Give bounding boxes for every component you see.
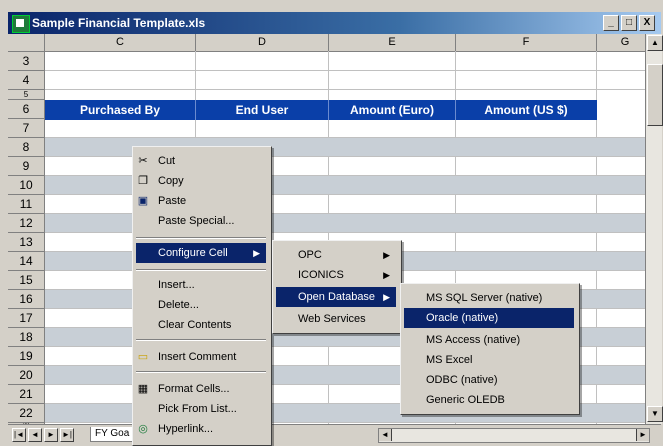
submenu-item-open-database[interactable]: Open Database ▶ [276,287,396,307]
row-header[interactable]: 11 [8,195,45,214]
window-title: Sample Financial Template.xls [32,16,206,30]
menu-item-clear-contents[interactable]: Clear Contents [136,315,266,335]
row-header[interactable]: 3 [8,52,45,71]
close-button[interactable]: X [639,15,655,31]
menu-item-paste[interactable]: ▣ Paste [136,191,266,211]
db-item-ms-excel[interactable]: MS Excel [404,350,574,370]
menu-item-pick-from-list[interactable]: Pick From List... [136,399,266,419]
scroll-right-icon[interactable]: ► [636,429,649,441]
menu-item-delete[interactable]: Delete... [136,295,266,315]
row-header[interactable]: 14 [8,252,45,271]
submenu-arrow-icon: ▶ [383,270,390,280]
sheet-tab-bar: |◄ ◄ ► ►| FY Goa ◄ ► [8,424,661,443]
menu-item-format-cells[interactable]: ▦ Format Cells... [136,379,266,399]
scroll-down-icon[interactable]: ▼ [647,406,663,422]
header-amount-euro[interactable]: Amount (Euro) [329,100,456,120]
hyperlink-globe-icon: ◎ [138,423,148,435]
menu-item-copy[interactable]: ❐ Copy [136,171,266,191]
submenu-arrow-icon: ▶ [383,250,390,260]
db-item-generic-oledb[interactable]: Generic OLEDB [404,390,574,410]
scroll-up-icon[interactable]: ▲ [647,35,663,51]
last-sheet-icon[interactable]: ►| [60,428,74,442]
format-cells-icon: ▦ [137,383,149,395]
column-header-e[interactable]: E [329,34,456,52]
maximize-button[interactable]: □ [621,15,637,31]
scissors-icon: ✂ [138,155,148,167]
menu-item-configure-cell[interactable]: Configure Cell ▶ [136,243,266,263]
row-header[interactable]: 13 [8,233,45,252]
scroll-left-icon[interactable]: ◄ [379,429,392,441]
context-menu: ✂ Cut ❐ Copy ▣ Paste Paste Special... Co… [132,146,272,446]
row-header[interactable]: 18 [8,328,45,347]
column-header-f[interactable]: F [456,34,597,52]
first-sheet-icon[interactable]: |◄ [12,428,26,442]
menu-item-insert-comment[interactable]: ▭ Insert Comment [136,347,266,367]
title-bar[interactable]: Sample Financial Template.xls _ □ X [8,12,661,34]
next-sheet-icon[interactable]: ► [44,428,58,442]
header-end-user[interactable]: End User [196,100,329,120]
row-header[interactable]: 21 [8,385,45,404]
row-header[interactable]: 10 [8,176,45,195]
submenu-item-opc[interactable]: OPC ▶ [276,245,396,265]
excel-icon [12,15,30,33]
row-header[interactable]: 12 [8,214,45,233]
db-item-mssql[interactable]: MS SQL Server (native) [404,288,574,308]
sheet-tab[interactable]: FY Goa [90,427,135,442]
copy-icon: ❐ [138,175,148,187]
menu-item-hyperlink[interactable]: ◎ Hyperlink... [136,419,266,439]
db-item-oracle[interactable]: Oracle (native) [404,308,574,328]
column-header-c[interactable]: C [45,34,196,52]
submenu-item-iconics[interactable]: ICONICS ▶ [276,265,396,285]
row-header[interactable]: 17 [8,309,45,328]
db-item-ms-access[interactable]: MS Access (native) [404,330,574,350]
row-header[interactable]: 5 [8,90,45,100]
header-purchased-by[interactable]: Purchased By [45,100,196,120]
horizontal-scrollbar[interactable]: ◄ ► [378,428,650,443]
menu-item-cut[interactable]: ✂ Cut [136,151,266,171]
row-header[interactable]: 4 [8,71,45,90]
open-database-submenu: MS SQL Server (native) Oracle (native) M… [400,283,580,415]
menu-item-insert[interactable]: Insert... [136,275,266,295]
row-header[interactable]: 19 [8,347,45,366]
submenu-arrow-icon: ▶ [383,292,390,302]
header-amount-usd[interactable]: Amount (US $) [456,100,596,120]
select-all-corner[interactable] [8,34,45,52]
comment-icon: ▭ [137,351,149,363]
minimize-button[interactable]: _ [603,15,619,31]
row-header[interactable]: 16 [8,290,45,309]
row-header[interactable]: 9 [8,157,45,176]
scroll-thumb[interactable] [647,64,663,126]
excel-window: Sample Financial Template.xls _ □ X C D … [0,0,663,446]
row-header[interactable]: 8 [8,138,45,157]
submenu-arrow-icon: ▶ [253,248,260,258]
row-header[interactable]: 22 [8,404,45,423]
submenu-item-web-services[interactable]: Web Services [276,309,396,329]
table-header-row: Purchased By End User Amount (Euro) Amou… [45,100,597,120]
prev-sheet-icon[interactable]: ◄ [28,428,42,442]
db-item-odbc[interactable]: ODBC (native) [404,370,574,390]
menu-item-paste-special[interactable]: Paste Special... [136,211,266,231]
row-header[interactable]: 15 [8,271,45,290]
row-header[interactable]: 6 [8,100,45,119]
row-header[interactable]: 7 [8,119,45,138]
paste-icon: ▣ [137,195,149,207]
column-header-d[interactable]: D [196,34,329,52]
vertical-scrollbar[interactable]: ▲ ▼ [645,34,663,424]
configure-cell-submenu: OPC ▶ ICONICS ▶ Open Database ▶ Web Serv… [272,240,402,334]
row-header[interactable]: 20 [8,366,45,385]
